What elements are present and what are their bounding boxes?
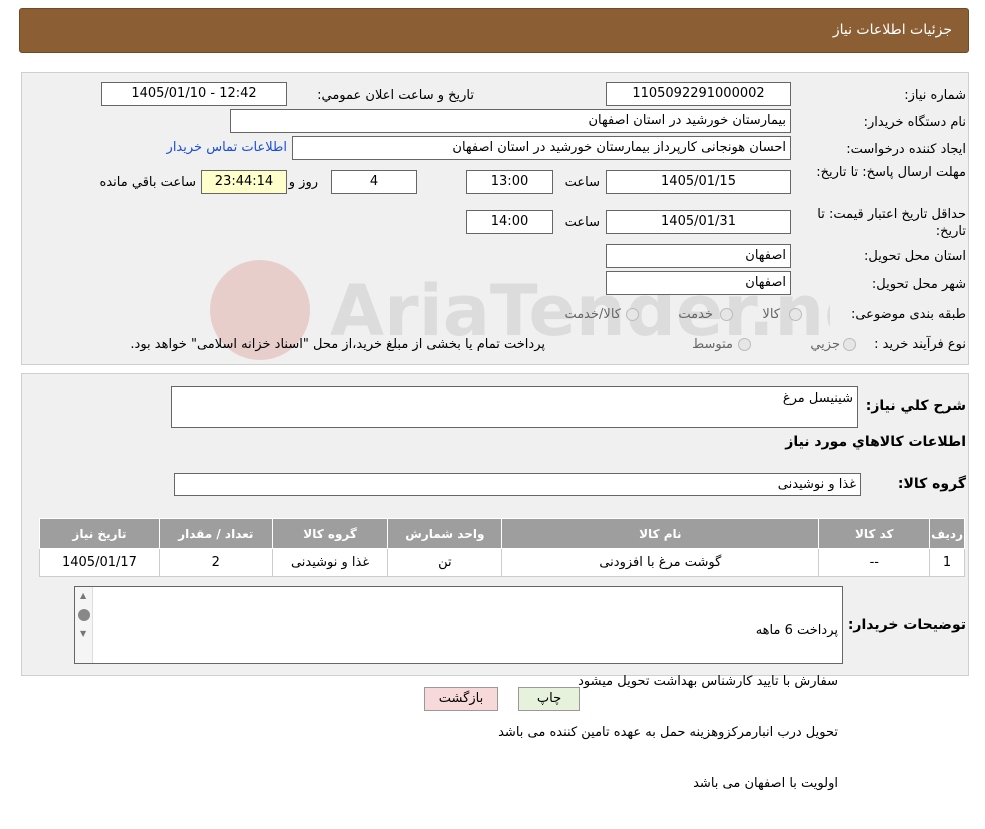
scroll-thumb[interactable] [78, 609, 90, 621]
province-field[interactable]: اصفهان [606, 244, 791, 268]
buyer-contact-link[interactable]: اطلاعات تماس خريدار [167, 140, 287, 155]
deadline-time-label: ساعت [564, 175, 600, 190]
validity-label: حداقل تاريخ اعتبار قيمت: تا تاريخ: [817, 207, 966, 239]
process-radio-medium[interactable] [738, 338, 751, 351]
category-radio-goods[interactable] [789, 308, 802, 321]
note-line: اولویت با اصفهان می باشد [693, 776, 838, 791]
need-number-label: شماره نياز: [904, 88, 966, 103]
category-radio-service[interactable] [720, 308, 733, 321]
deadline-time-field[interactable]: 13:00 [466, 170, 553, 194]
category-label: طبقه بندی موضوعی: [850, 307, 966, 322]
deadline-label: مهلت ارسال پاسخ: تا تاريخ: [816, 165, 966, 180]
validity-time-field[interactable]: 14:00 [466, 210, 553, 234]
cell-row-number: 1 [929, 548, 965, 577]
cell-goods-name: گوشت مرغ با افزودنی [501, 548, 820, 577]
buyer-org-label: نام دستگاه خريدار: [863, 115, 966, 130]
days-field[interactable]: 4 [331, 170, 417, 194]
col-goods-name: نام کالا [501, 518, 820, 549]
process-radio-minor[interactable] [843, 338, 856, 351]
category-option-service: خدمت [678, 307, 713, 322]
page-title: جزئيات اطلاعات نياز [832, 22, 952, 38]
buyer-notes-label: توضيحات خريدار: [847, 617, 966, 633]
scroll-down-icon[interactable]: ▼ [80, 629, 86, 638]
goods-table: رديف کد کالا نام کالا واحد شمارش گروه کا… [39, 518, 965, 577]
city-label: شهر محل تحويل: [871, 277, 966, 292]
process-type-label: نوع فرآيند خريد : [874, 337, 966, 352]
cell-quantity: 2 [158, 548, 273, 577]
remaining-time-field: 23:44:14 [201, 170, 287, 194]
col-unit: واحد شمارش [387, 518, 503, 549]
goods-group-field[interactable]: غذا و نوشیدنی [174, 473, 861, 496]
process-note: پرداخت تمام يا بخشی از مبلغ خريد،از محل … [130, 337, 545, 352]
summary-text: شینیسل مرغ [782, 391, 853, 406]
page-header: جزئيات اطلاعات نياز [19, 8, 969, 53]
deadline-date-field[interactable]: 1405/01/15 [606, 170, 791, 194]
col-need-date: تاريخ نياز [39, 518, 160, 549]
col-quantity: تعداد / مقدار [158, 518, 273, 549]
col-goods-code: کد کالا [818, 518, 931, 549]
city-field[interactable]: اصفهان [606, 271, 791, 295]
notes-scrollbar[interactable]: ▲ ▼ [75, 587, 93, 663]
validity-date-field[interactable]: 1405/01/31 [606, 210, 791, 234]
process-option-medium: متوسط [692, 337, 733, 352]
category-radio-goods-service[interactable] [626, 308, 639, 321]
days-label: روز و [288, 175, 318, 190]
category-option-goods-service: کالا/خدمت [564, 307, 621, 322]
scroll-up-icon[interactable]: ▲ [80, 591, 86, 600]
back-button[interactable]: بازگشت [424, 687, 498, 711]
table-row: 1 -- گوشت مرغ با افزودنی تن غذا و نوشیدن… [39, 548, 965, 577]
note-line: پرداخت 6 ماهه [755, 623, 838, 638]
category-option-goods: کالا [762, 307, 780, 322]
creator-field[interactable]: احسان هونجانی کارپرداز بیمارستان خورشید … [292, 136, 791, 160]
cell-need-date: 1405/01/17 [39, 548, 160, 577]
validity-time-label: ساعت [564, 215, 600, 230]
announce-label: تاريخ و ساعت اعلان عمومي: [317, 88, 474, 103]
cell-goods-code: -- [818, 548, 931, 577]
province-label: استان محل تحويل: [864, 249, 966, 264]
summary-label: شرح کلي نياز: [865, 398, 966, 414]
col-row-number: رديف [929, 518, 965, 549]
cell-goods-group: غذا و نوشیدنی [271, 548, 389, 577]
goods-info-title: اطلاعات کالاهاي مورد نياز [785, 434, 966, 450]
table-header-row: رديف کد کالا نام کالا واحد شمارش گروه کا… [39, 518, 965, 549]
buyer-org-field[interactable]: بيمارستان خورشيد در استان اصفهان [230, 109, 791, 133]
announce-field[interactable]: 1405/01/10 - 12:42 [101, 82, 287, 106]
print-button[interactable]: چاپ [518, 687, 580, 711]
cell-unit: تن [387, 548, 503, 577]
need-number-field[interactable]: 1105092291000002 [606, 82, 791, 106]
creator-label: ايجاد کننده درخواست: [846, 142, 966, 157]
process-option-minor: جزيي [810, 337, 840, 352]
goods-group-label: گروه کالا: [897, 476, 966, 492]
remaining-label: ساعت باقي مانده [99, 175, 196, 190]
col-goods-group: گروه کالا [271, 518, 389, 549]
buyer-notes-field[interactable]: ▲ ▼ پرداخت 6 ماهه سفارش با تایید کارشناس… [74, 586, 843, 791]
summary-field[interactable]: شینیسل مرغ [171, 386, 858, 428]
